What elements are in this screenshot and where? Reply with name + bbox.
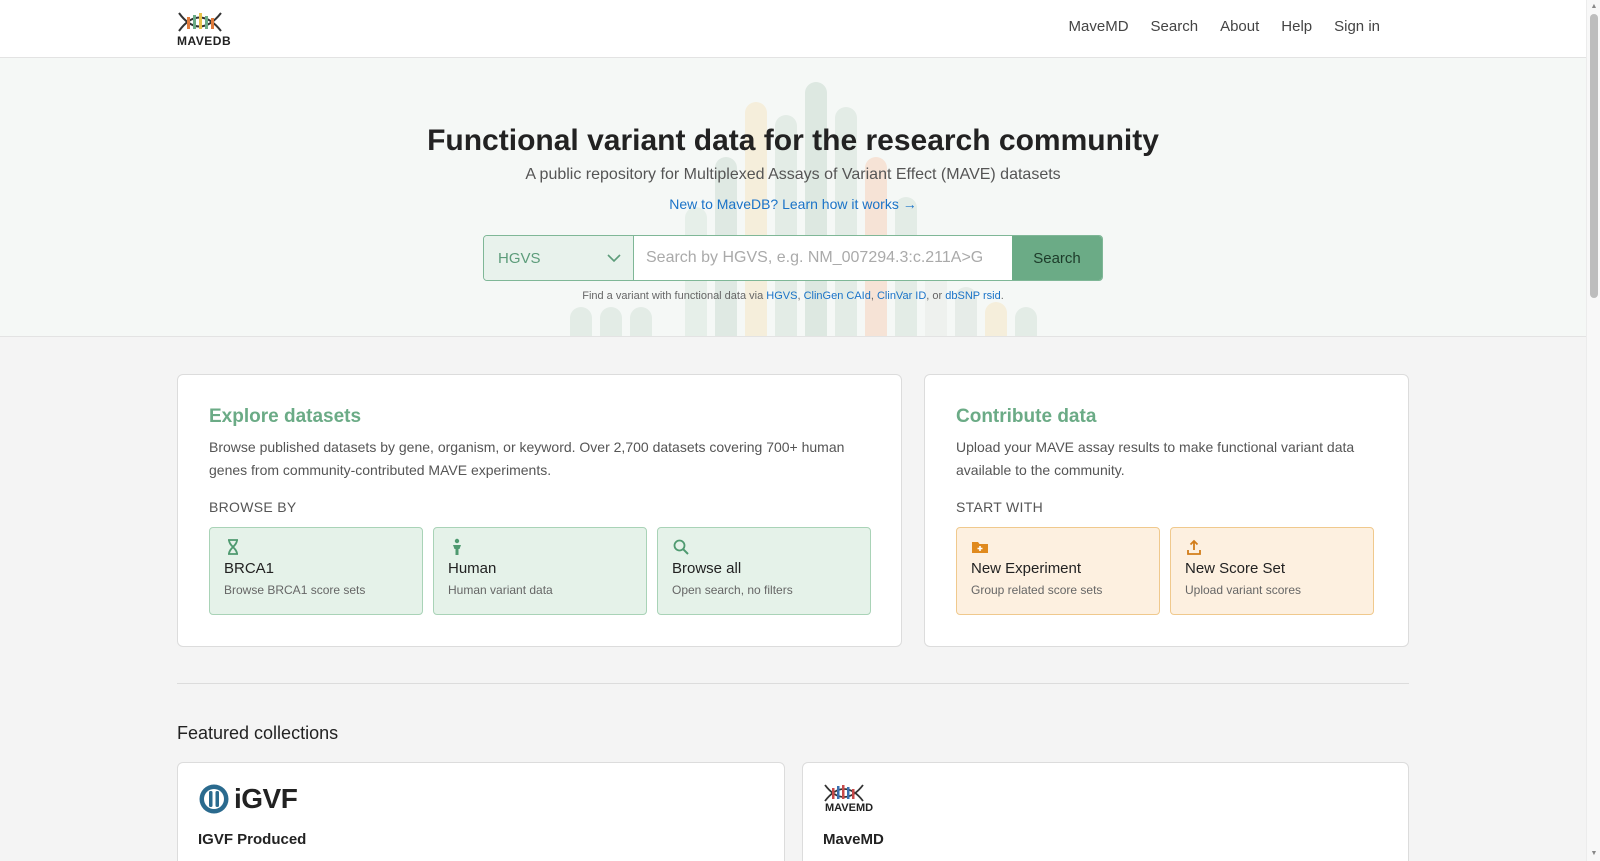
contribute-data-card: Contribute data Upload your MAVE assay r… [924, 374, 1409, 647]
hint-or: or [932, 290, 943, 302]
folder-plus-icon [972, 542, 988, 553]
main-nav: MaveMD Search About Help Sign in [1069, 18, 1380, 35]
igvf-logo: iGVF [198, 783, 298, 815]
browse-human-tile[interactable]: Human Human variant data [433, 527, 647, 615]
browse-all-tile[interactable]: Browse all Open search, no filters [657, 527, 871, 615]
search-type-value: HGVS [498, 249, 541, 267]
hero-subtitle: A public repository for Multiplexed Assa… [525, 166, 1061, 183]
dna-icon [228, 539, 238, 555]
contribute-title: Contribute data [956, 406, 1097, 427]
explore-description: Browse published datasets by gene, organ… [209, 436, 844, 482]
new-score-set-tile[interactable]: New Score Set Upload variant scores [1170, 527, 1374, 615]
scrollbar-thumb[interactable] [1590, 14, 1598, 298]
nav-mavemd[interactable]: MaveMD [1069, 18, 1129, 35]
nav-help[interactable]: Help [1281, 18, 1312, 35]
collection-name: IGVF Produced [198, 831, 307, 848]
search-type-select[interactable]: HGVS [484, 236, 634, 280]
explore-desc-line-2: genes from community-contributed MAVE ex… [209, 462, 552, 478]
scroll-up-arrow-icon[interactable]: ▲ [1590, 3, 1598, 11]
nav-about[interactable]: About [1220, 18, 1259, 35]
contribute-desc-line-2: available to the community. [956, 462, 1125, 478]
section-divider [177, 683, 1409, 684]
search-button[interactable]: Search [1012, 236, 1102, 280]
tile-subtitle: Human variant data [448, 583, 553, 597]
nav-search[interactable]: Search [1151, 18, 1199, 35]
browse-brca1-tile[interactable]: BRCA1 Browse BRCA1 score sets [209, 527, 423, 615]
collection-name: MaveMD [823, 831, 884, 848]
mavemd-wordmark: MAVEMD [825, 802, 874, 814]
browse-by-label: BROWSE BY [209, 499, 297, 515]
collection-card-mavemd[interactable]: MAVEMD MaveMD [802, 762, 1409, 861]
nav-sign-in[interactable]: Sign in [1334, 18, 1380, 35]
contribute-description: Upload your MAVE assay results to make f… [956, 436, 1354, 482]
hint-dbsnp-link[interactable]: dbSNP rsid [945, 290, 1000, 302]
variant-search-bar: HGVS Search [483, 235, 1103, 281]
tile-title: Browse all [672, 560, 742, 577]
hint-clinvar-link[interactable]: ClinVar ID [877, 290, 926, 302]
top-navbar: MAVEDB MaveMD Search About Help Sign in [0, 0, 1586, 58]
search-input[interactable] [634, 236, 1012, 280]
tile-subtitle: Browse BRCA1 score sets [224, 583, 366, 597]
learn-how-link[interactable]: New to MaveDB? Learn how it works → [0, 196, 1586, 212]
hero-title: Functional variant data for the research… [427, 124, 1159, 157]
explore-title: Explore datasets [209, 406, 362, 427]
search-hint: Find a variant with functional data via … [582, 290, 1004, 302]
igvf-wordmark: iGVF [234, 783, 298, 814]
tile-title: New Score Set [1185, 560, 1286, 577]
mavemd-logo: MAVEMD [823, 783, 877, 817]
dna-helix-logo-icon [824, 784, 864, 802]
mavedb-logo[interactable]: MAVEDB [177, 9, 237, 49]
logo-wordmark: MAVEDB [177, 34, 232, 48]
tile-subtitle: Open search, no filters [672, 583, 793, 597]
tile-title: Human [448, 560, 497, 577]
featured-collections-title: Featured collections [177, 723, 339, 743]
hint-prefix: Find a variant with functional data via [582, 290, 764, 302]
chevron-down-icon [607, 253, 621, 262]
person-icon [453, 538, 461, 555]
hint-hgvs-link[interactable]: HGVS [766, 290, 797, 302]
search-icon [673, 539, 689, 555]
start-with-label: START WITH [956, 499, 1043, 515]
explore-desc-line-1: Browse published datasets by gene, organ… [209, 439, 845, 455]
dna-helix-logo-icon [178, 12, 222, 32]
explore-datasets-card: Explore datasets Browse published datase… [177, 374, 902, 647]
tile-subtitle: Upload variant scores [1185, 583, 1302, 597]
scroll-down-arrow-icon[interactable]: ▼ [1590, 850, 1598, 858]
igvf-logo-icon [199, 784, 229, 814]
new-experiment-tile[interactable]: New Experiment Group related score sets [956, 527, 1160, 615]
hero-section: Functional variant data for the research… [0, 58, 1586, 337]
hint-clingen-link[interactable]: ClinGen CAId [804, 290, 871, 302]
contribute-desc-line-1: Upload your MAVE assay results to make f… [956, 439, 1355, 455]
tile-subtitle: Group related score sets [971, 583, 1103, 597]
tile-title: BRCA1 [224, 560, 275, 577]
upload-icon [1187, 539, 1201, 555]
tile-title: New Experiment [971, 560, 1082, 577]
collection-card-igvf[interactable]: iGVF IGVF Produced [177, 762, 785, 861]
page-scrollbar[interactable]: ▲ ▼ [1586, 0, 1600, 861]
